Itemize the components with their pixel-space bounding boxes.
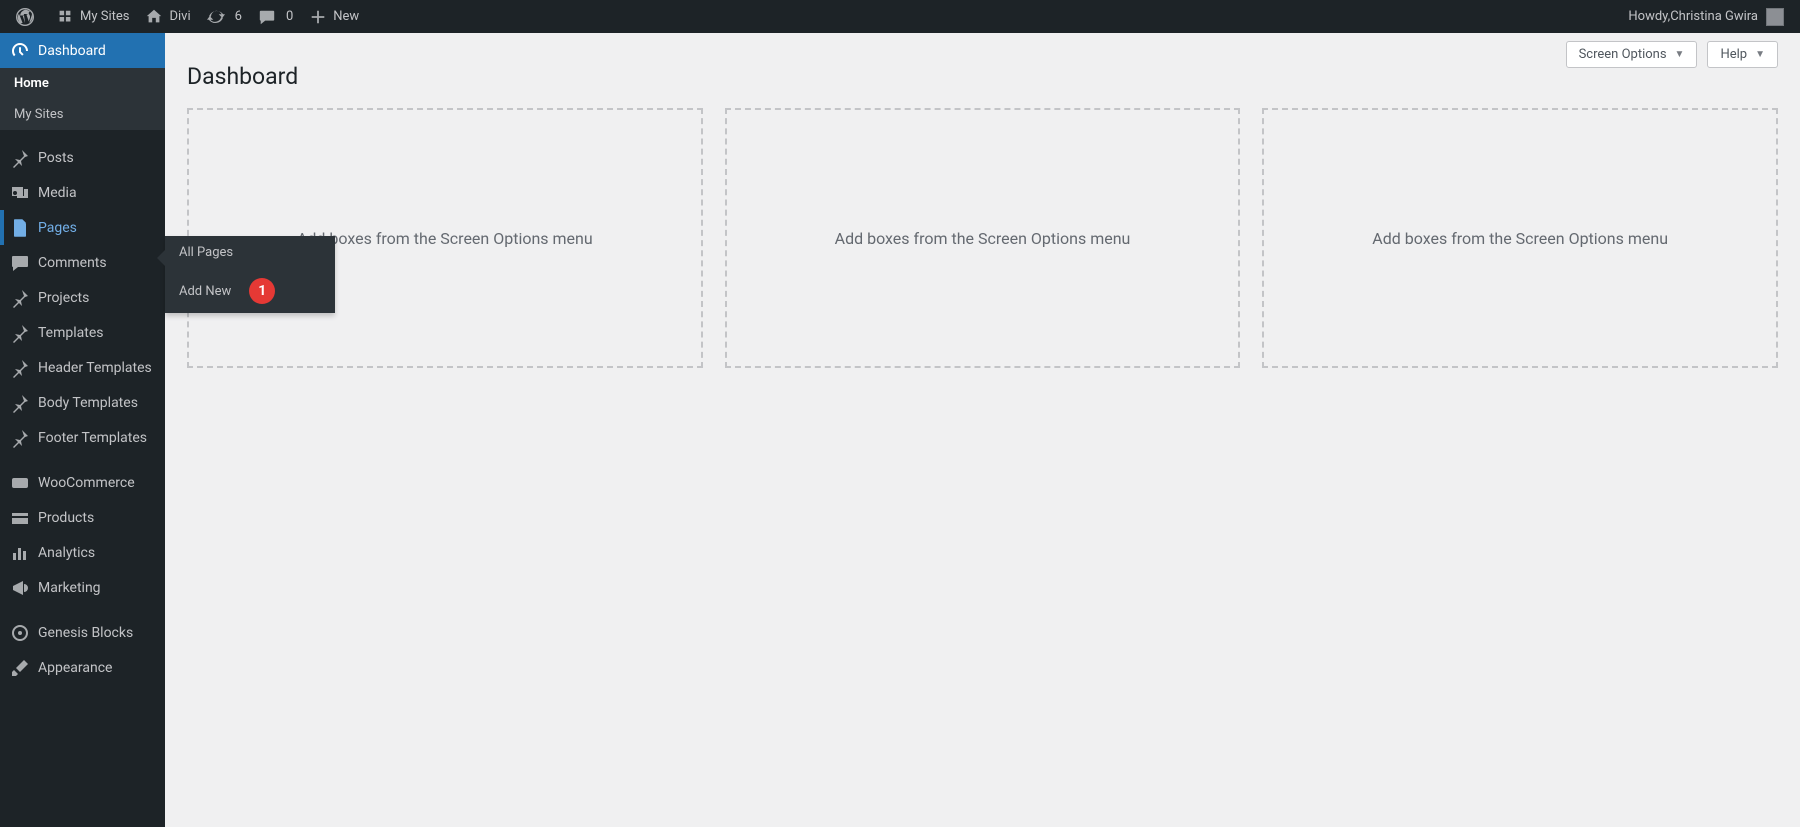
pin-icon <box>10 288 30 308</box>
updates-count: 6 <box>235 9 242 24</box>
sidebar-item-label: Media <box>38 185 155 201</box>
megaphone-icon <box>10 578 30 598</box>
products-icon <box>10 508 30 528</box>
network-icon <box>56 8 74 26</box>
pages-flyout: All Pages Add New 1 <box>165 236 335 313</box>
sidebar-item-projects[interactable]: Projects <box>0 280 165 315</box>
widget-placeholder: Add boxes from the Screen Options menu <box>725 108 1241 368</box>
pin-icon <box>10 393 30 413</box>
help-button[interactable]: Help ▼ <box>1707 41 1778 68</box>
screen-options-label: Screen Options <box>1579 47 1667 62</box>
sidebar-item-templates[interactable]: Templates <box>0 315 165 350</box>
new-label: New <box>333 9 359 24</box>
sidebar-item-label: Genesis Blocks <box>38 625 155 641</box>
sidebar-item-label: Templates <box>38 325 155 341</box>
pin-icon <box>10 428 30 448</box>
chevron-down-icon: ▼ <box>1755 49 1765 60</box>
comments-link[interactable]: 0 <box>250 0 301 33</box>
sidebar-item-label: Products <box>38 510 155 526</box>
sidebar-item-label: Projects <box>38 290 155 306</box>
comment-icon <box>258 8 276 26</box>
sidebar-item-label: Appearance <box>38 660 155 676</box>
site-link[interactable]: Divi <box>137 0 198 33</box>
site-name: Divi <box>169 9 190 24</box>
sidebar-item-footer-templates[interactable]: Footer Templates <box>0 420 165 455</box>
sidebar-item-pages[interactable]: Pages <box>0 210 165 245</box>
howdy-prefix: Howdy, <box>1628 9 1670 24</box>
sidebar-item-label: Analytics <box>38 545 155 561</box>
sidebar-item-label: Posts <box>38 150 155 166</box>
screen-options-button[interactable]: Screen Options ▼ <box>1566 41 1698 68</box>
wp-logo[interactable] <box>8 0 48 33</box>
sidebar-item-analytics[interactable]: Analytics <box>0 535 165 570</box>
sidebar-item-label: Body Templates <box>38 395 155 411</box>
flyout-all-pages-label: All Pages <box>179 245 233 260</box>
comment-icon <box>10 253 30 273</box>
media-icon <box>10 183 30 203</box>
avatar <box>1766 8 1784 26</box>
sidebar-item-label: Header Templates <box>38 360 155 376</box>
flyout-add-new-label: Add New <box>179 284 231 299</box>
pin-icon <box>10 323 30 343</box>
sidebar-item-media[interactable]: Media <box>0 175 165 210</box>
sidebar-sub-my-sites[interactable]: My Sites <box>0 99 165 130</box>
sidebar-item-label: Marketing <box>38 580 155 596</box>
sidebar-item-header-templates[interactable]: Header Templates <box>0 350 165 385</box>
admin-toolbar: My Sites Divi 6 0 New <box>0 0 1800 33</box>
my-sites-link[interactable]: My Sites <box>48 0 137 33</box>
wordpress-icon <box>16 8 34 26</box>
placeholder-text: Add boxes from the Screen Options menu <box>835 229 1131 248</box>
analytics-icon <box>10 543 30 563</box>
sidebar-item-body-templates[interactable]: Body Templates <box>0 385 165 420</box>
admin-sidebar: Dashboard Home My Sites Posts Media Page… <box>0 33 165 827</box>
genesis-icon <box>10 623 30 643</box>
help-label: Help <box>1720 47 1747 62</box>
annotation-badge: 1 <box>249 278 275 304</box>
chevron-down-icon: ▼ <box>1675 49 1685 60</box>
brush-icon <box>10 658 30 678</box>
plus-icon <box>309 8 327 26</box>
widget-placeholder: Add boxes from the Screen Options menu <box>1262 108 1778 368</box>
sidebar-item-woocommerce[interactable]: WooCommerce <box>0 465 165 500</box>
comments-count: 0 <box>286 9 293 24</box>
account-link[interactable]: Howdy, Christina Gwira <box>1620 0 1792 33</box>
sidebar-item-genesis-blocks[interactable]: Genesis Blocks <box>0 615 165 650</box>
updates-icon <box>207 8 225 26</box>
dashboard-widget-holders: Add boxes from the Screen Options menu A… <box>187 108 1778 368</box>
user-name: Christina Gwira <box>1670 9 1758 24</box>
flyout-add-new[interactable]: Add New 1 <box>165 269 335 313</box>
sidebar-submenu-dashboard: Home My Sites <box>0 68 165 130</box>
placeholder-text: Add boxes from the Screen Options menu <box>1372 229 1668 248</box>
sidebar-item-label: Comments <box>38 255 155 271</box>
sidebar-item-marketing[interactable]: Marketing <box>0 570 165 605</box>
sidebar-item-label: Pages <box>38 220 155 236</box>
sidebar-item-label: Dashboard <box>38 43 155 59</box>
new-content-link[interactable]: New <box>301 0 367 33</box>
sidebar-item-dashboard[interactable]: Dashboard <box>0 33 165 68</box>
updates-link[interactable]: 6 <box>199 0 250 33</box>
page-icon <box>10 218 30 238</box>
sidebar-item-label: WooCommerce <box>38 475 155 491</box>
content-area: Screen Options ▼ Help ▼ Dashboard Add bo… <box>165 33 1800 827</box>
sidebar-item-comments[interactable]: Comments <box>0 245 165 280</box>
gauge-icon <box>10 41 30 61</box>
screen-controls: Screen Options ▼ Help ▼ <box>1566 41 1778 68</box>
pin-icon <box>10 358 30 378</box>
sidebar-item-label: Footer Templates <box>38 430 155 446</box>
sidebar-item-products[interactable]: Products <box>0 500 165 535</box>
home-icon <box>145 8 163 26</box>
my-sites-label: My Sites <box>80 9 129 24</box>
flyout-all-pages[interactable]: All Pages <box>165 236 335 269</box>
placeholder-text: Add boxes from the Screen Options menu <box>297 229 593 248</box>
pin-icon <box>10 148 30 168</box>
sidebar-sub-home[interactable]: Home <box>0 68 165 99</box>
page-title: Dashboard <box>187 33 1778 108</box>
woo-icon <box>10 473 30 493</box>
sidebar-item-appearance[interactable]: Appearance <box>0 650 165 685</box>
sidebar-item-posts[interactable]: Posts <box>0 140 165 175</box>
